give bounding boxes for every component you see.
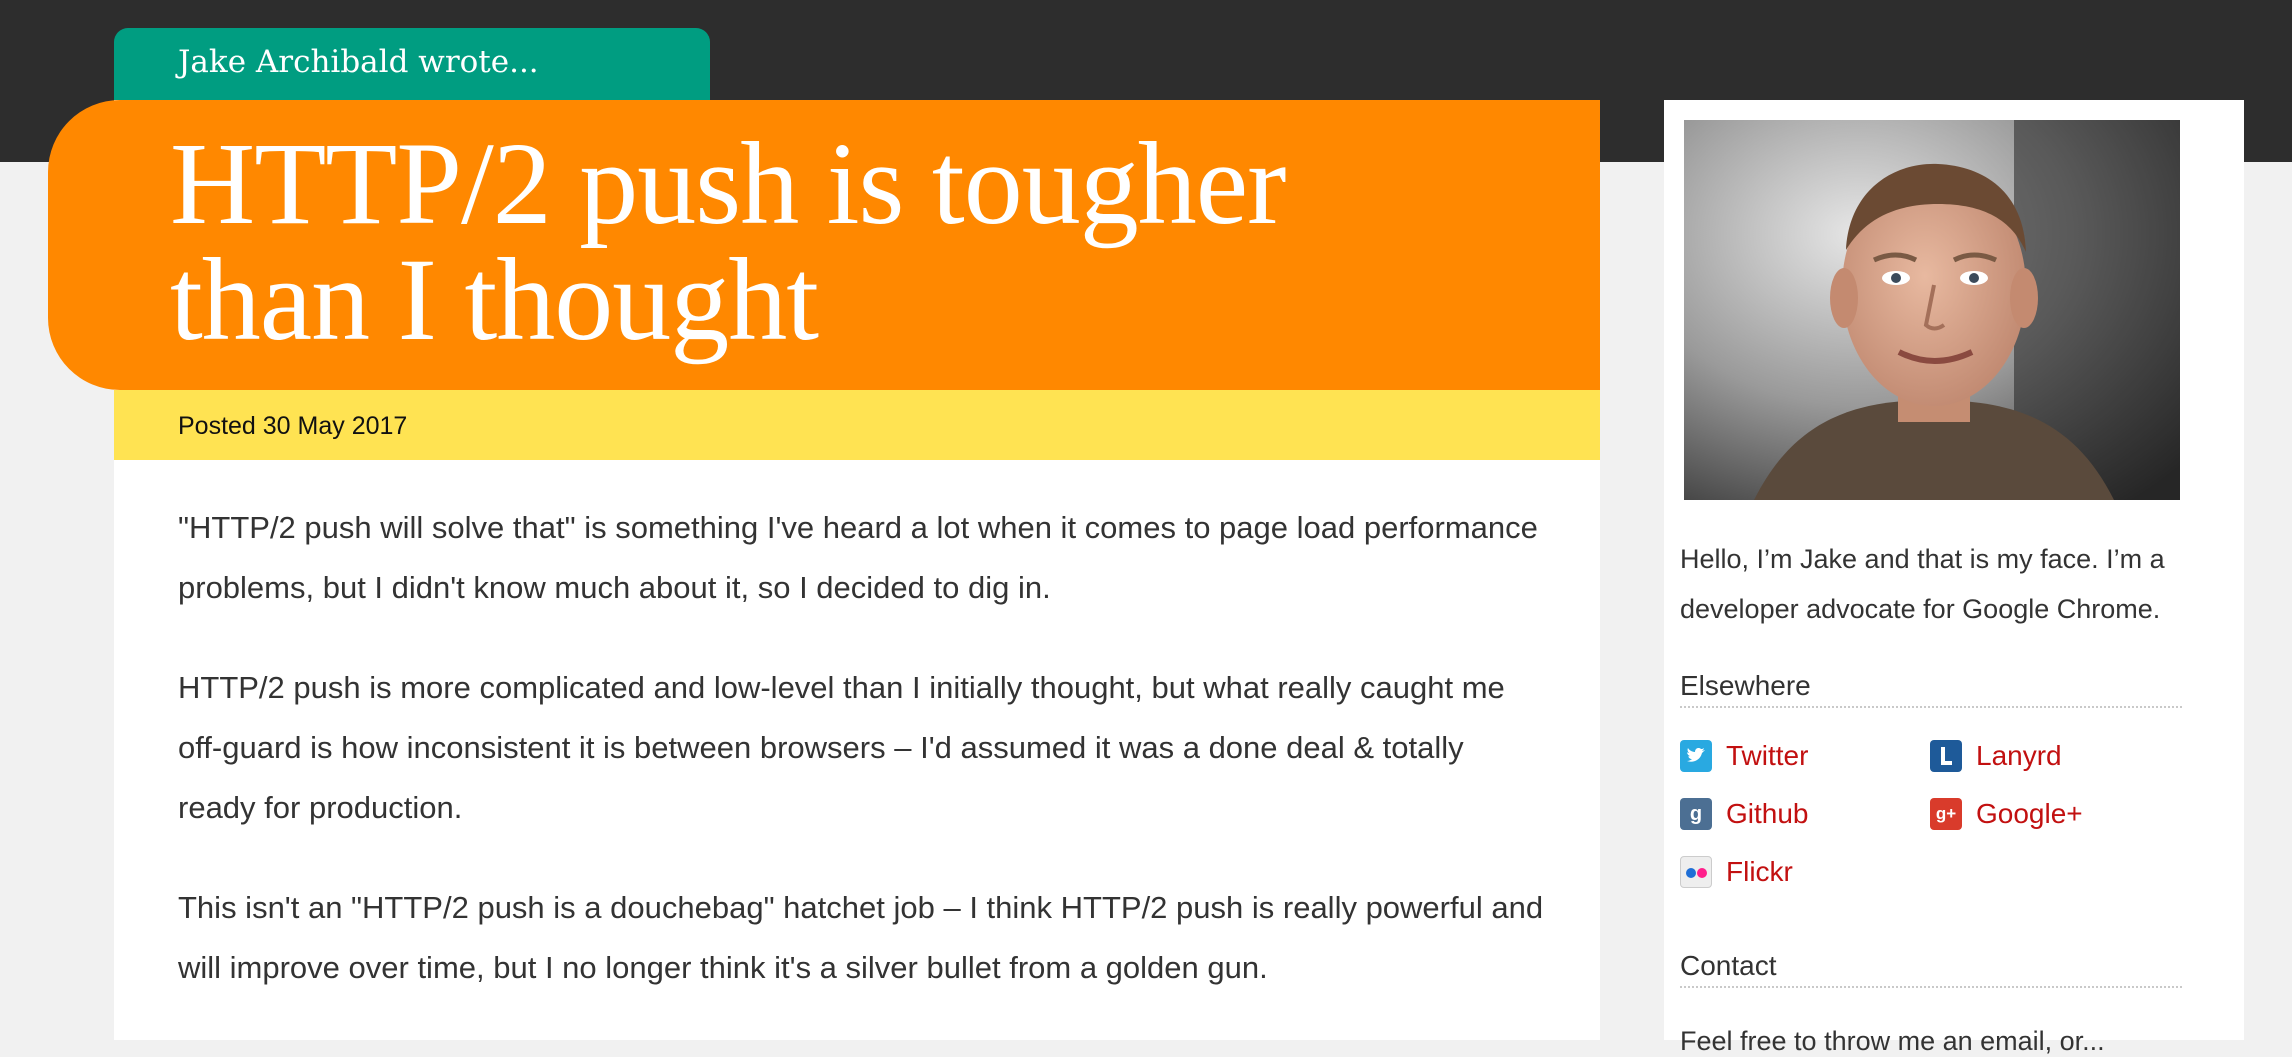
posted-date-bar: Posted 30 May 2017 xyxy=(114,390,1600,460)
contact-heading: Contact xyxy=(1680,950,2182,988)
title-line-1: HTTP/2 push is tougher xyxy=(170,118,1286,249)
author-photo xyxy=(1684,120,2180,500)
article-body: "HTTP/2 push will solve that" is somethi… xyxy=(178,498,1548,1038)
twitter-link[interactable]: Twitter xyxy=(1680,740,1808,772)
posted-date: Posted 30 May 2017 xyxy=(178,412,408,440)
article-paragraph: HTTP/2 push is more complicated and low-… xyxy=(178,670,1505,825)
title-line-2: than I thought xyxy=(170,234,819,365)
lanyrd-icon xyxy=(1930,740,1962,772)
flickr-icon xyxy=(1680,856,1712,888)
flickr-link[interactable]: Flickr xyxy=(1680,856,1793,888)
twitter-label: Twitter xyxy=(1726,740,1809,771)
title-banner: HTTP/2 push is tougher than I thought xyxy=(48,100,1600,390)
author-tab-label: Jake Archibald wrote... xyxy=(178,44,539,80)
google-plus-link[interactable]: g+ Google+ xyxy=(1930,798,2083,830)
article-paragraph: "HTTP/2 push will solve that" is somethi… xyxy=(178,510,1538,605)
twitter-icon xyxy=(1680,740,1712,772)
elsewhere-heading: Elsewhere xyxy=(1680,670,2182,708)
author-photo-frame xyxy=(1664,100,2200,508)
github-label: Github xyxy=(1726,798,1809,829)
author-bio: Hello, I’m Jake and that is my face. I’m… xyxy=(1680,544,2165,624)
social-links: Twitter Lanyrd g Github g+ Google+ Flick… xyxy=(1680,740,2200,920)
google-plus-label: Google+ xyxy=(1976,798,2083,829)
flickr-label: Flickr xyxy=(1726,856,1793,887)
github-link[interactable]: g Github xyxy=(1680,798,1809,830)
lanyrd-label: Lanyrd xyxy=(1976,740,2062,771)
article-paragraph: This isn't an "HTTP/2 push is a doucheba… xyxy=(178,890,1544,985)
author-tab[interactable]: Jake Archibald wrote... xyxy=(114,28,710,102)
page-title: HTTP/2 push is tougher than I thought xyxy=(170,125,1550,359)
contact-text: Feel free to throw me an email, or... xyxy=(1680,1026,2105,1056)
lanyrd-link[interactable]: Lanyrd xyxy=(1930,740,2062,772)
google-plus-icon: g+ xyxy=(1930,798,1962,830)
github-icon: g xyxy=(1680,798,1712,830)
